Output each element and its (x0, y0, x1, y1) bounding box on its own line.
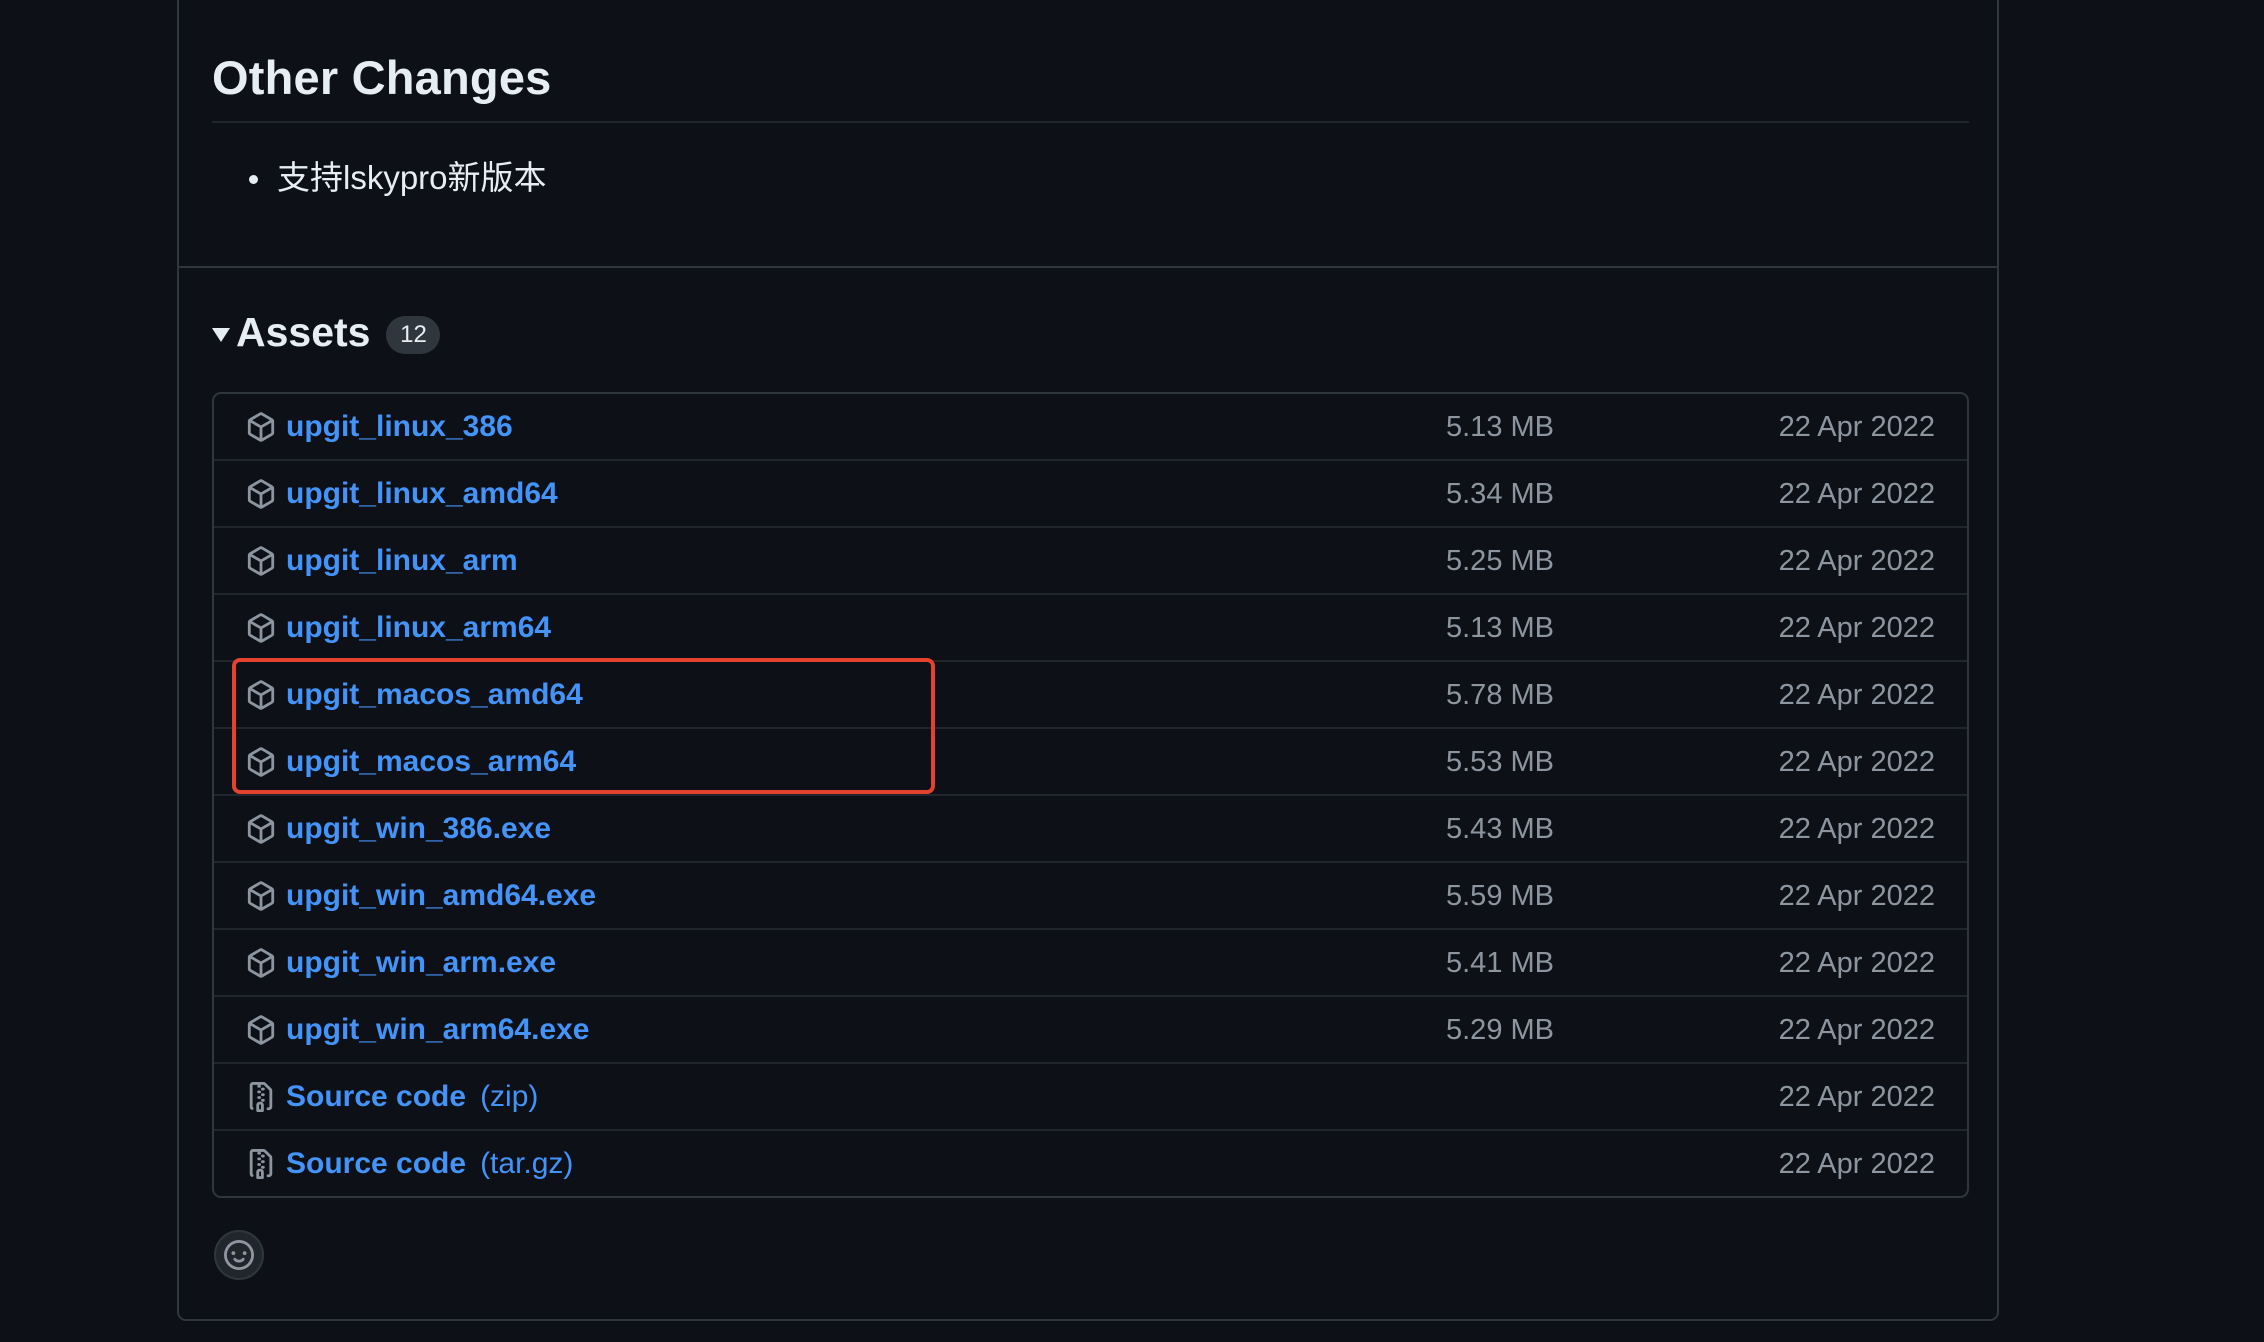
asset-row: upgit_win_arm.exe 5.41 MB 22 Apr 2022 (214, 928, 1967, 995)
asset-date: 22 Apr 2022 (1778, 478, 1935, 510)
package-icon (246, 814, 276, 844)
asset-name: Source code (286, 1080, 467, 1113)
asset-format-suffix: (zip) (480, 1080, 539, 1113)
asset-name: upgit_linux_arm (286, 544, 518, 577)
asset-date: 22 Apr 2022 (1778, 947, 1935, 979)
asset-download-link[interactable]: upgit_linux_386 (286, 407, 513, 447)
package-icon (246, 747, 276, 777)
asset-name: Source code (286, 1147, 467, 1180)
asset-size: 5.59 MB (1446, 880, 1554, 912)
asset-row: upgit_linux_arm 5.25 MB 22 Apr 2022 (214, 526, 1967, 593)
asset-name: upgit_linux_amd64 (286, 477, 558, 510)
asset-size: 5.25 MB (1446, 545, 1554, 577)
smiley-icon (224, 1240, 254, 1270)
asset-format-suffix: (tar.gz) (480, 1147, 574, 1180)
release-card: Other Changes 支持lskypro新版本 Assets 12 upg… (177, 0, 1999, 1321)
asset-date: 22 Apr 2022 (1778, 679, 1935, 711)
asset-download-link[interactable]: Source code (zip) (286, 1077, 538, 1117)
asset-row: upgit_macos_arm64 5.53 MB 22 Apr 2022 (214, 727, 1967, 794)
asset-download-link[interactable]: upgit_win_amd64.exe (286, 876, 596, 916)
asset-download-link[interactable]: upgit_win_arm.exe (286, 943, 556, 983)
asset-name: upgit_linux_386 (286, 410, 513, 443)
asset-date: 22 Apr 2022 (1778, 1014, 1935, 1046)
file-zip-icon (246, 1082, 276, 1112)
asset-download-link[interactable]: upgit_linux_arm64 (286, 608, 551, 648)
asset-download-link[interactable]: upgit_linux_arm (286, 541, 518, 581)
asset-date: 22 Apr 2022 (1778, 746, 1935, 778)
asset-size: 5.43 MB (1446, 813, 1554, 845)
asset-row: upgit_linux_arm64 5.13 MB 22 Apr 2022 (214, 593, 1967, 660)
asset-size: 5.29 MB (1446, 1014, 1554, 1046)
asset-row: upgit_win_386.exe 5.43 MB 22 Apr 2022 (214, 794, 1967, 861)
asset-download-link[interactable]: Source code (tar.gz) (286, 1144, 573, 1184)
change-item: 支持lskypro新版本 (249, 156, 547, 200)
asset-row: Source code (tar.gz) 22 Apr 2022 (214, 1129, 1967, 1196)
asset-row: upgit_macos_amd64 5.78 MB 22 Apr 2022 (214, 660, 1967, 727)
asset-date: 22 Apr 2022 (1778, 545, 1935, 577)
asset-row: upgit_win_amd64.exe 5.59 MB 22 Apr 2022 (214, 861, 1967, 928)
asset-download-link[interactable]: upgit_macos_arm64 (286, 742, 576, 782)
asset-date: 22 Apr 2022 (1778, 612, 1935, 644)
assets-toggle[interactable]: Assets 12 (212, 304, 441, 360)
asset-download-link[interactable]: upgit_linux_amd64 (286, 474, 558, 514)
asset-size: 5.13 MB (1446, 612, 1554, 644)
asset-name: upgit_win_arm64.exe (286, 1013, 590, 1046)
add-reaction-button[interactable] (214, 1230, 264, 1280)
asset-date: 22 Apr 2022 (1778, 813, 1935, 845)
asset-size: 5.78 MB (1446, 679, 1554, 711)
asset-date: 22 Apr 2022 (1778, 1081, 1935, 1113)
asset-size: 5.53 MB (1446, 746, 1554, 778)
section-divider (179, 266, 1997, 268)
asset-size: 5.41 MB (1446, 947, 1554, 979)
asset-list: upgit_linux_386 5.13 MB 22 Apr 2022 upgit_l… (212, 392, 1969, 1198)
asset-size: 5.34 MB (1446, 478, 1554, 510)
changes-list: 支持lskypro新版本 (249, 156, 547, 200)
package-icon (246, 881, 276, 911)
asset-date: 22 Apr 2022 (1778, 880, 1935, 912)
asset-date: 22 Apr 2022 (1778, 411, 1935, 443)
asset-name: upgit_win_386.exe (286, 812, 552, 845)
asset-name: upgit_win_amd64.exe (286, 879, 597, 912)
assets-title: Assets (236, 308, 371, 355)
asset-name: upgit_win_arm.exe (286, 946, 557, 979)
asset-date: 22 Apr 2022 (1778, 1148, 1935, 1180)
file-zip-icon (246, 1149, 276, 1179)
asset-row: upgit_linux_amd64 5.34 MB 22 Apr 2022 (214, 459, 1967, 526)
asset-row: upgit_linux_386 5.13 MB 22 Apr 2022 (214, 394, 1967, 459)
asset-download-link[interactable]: upgit_macos_amd64 (286, 675, 583, 715)
heading-divider (212, 121, 1969, 123)
package-icon (246, 948, 276, 978)
other-changes-heading: Other Changes (212, 51, 552, 104)
asset-size: 5.13 MB (1446, 411, 1554, 443)
package-icon (246, 1015, 276, 1045)
package-icon (246, 412, 276, 442)
asset-row: upgit_win_arm64.exe 5.29 MB 22 Apr 2022 (214, 995, 1967, 1062)
asset-name: upgit_linux_arm64 (286, 611, 552, 644)
package-icon (246, 613, 276, 643)
asset-row: Source code (zip) 22 Apr 2022 (214, 1062, 1967, 1129)
asset-download-link[interactable]: upgit_win_386.exe (286, 809, 551, 849)
asset-download-link[interactable]: upgit_win_arm64.exe (286, 1010, 589, 1050)
assets-count-badge: 12 (386, 316, 441, 354)
package-icon (246, 680, 276, 710)
asset-name: upgit_macos_arm64 (286, 745, 577, 778)
package-icon (246, 546, 276, 576)
package-icon (246, 479, 276, 509)
caret-down-icon (212, 328, 230, 342)
asset-name: upgit_macos_amd64 (286, 678, 583, 711)
